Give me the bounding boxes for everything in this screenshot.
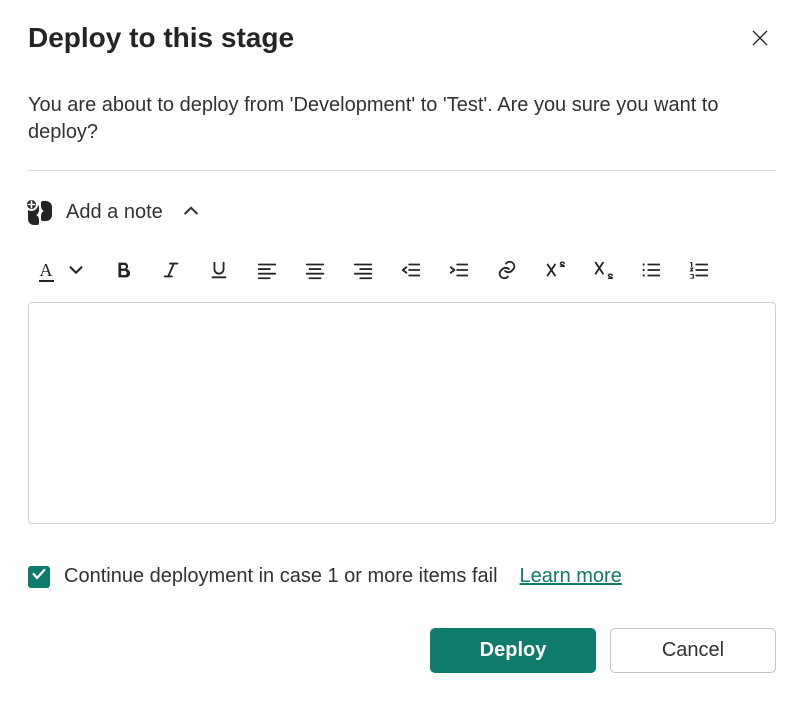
align-right-icon xyxy=(352,259,374,284)
align-right-button[interactable] xyxy=(348,254,378,288)
chevron-down-icon xyxy=(65,259,87,284)
italic-icon xyxy=(160,259,182,284)
link-icon xyxy=(496,259,518,284)
note-section-header[interactable]: Add a note xyxy=(28,171,776,248)
indent-icon xyxy=(448,259,470,284)
close-button[interactable] xyxy=(744,22,776,57)
underline-icon xyxy=(208,259,230,284)
note-textarea[interactable] xyxy=(28,302,776,524)
subscript-icon xyxy=(592,259,614,284)
deploy-button[interactable]: Deploy xyxy=(430,628,596,673)
close-icon xyxy=(750,36,770,51)
note-icon xyxy=(28,201,52,225)
subscript-button[interactable] xyxy=(588,254,618,288)
superscript-button[interactable] xyxy=(540,254,570,288)
learn-more-link[interactable]: Learn more xyxy=(520,565,622,588)
dialog-title: Deploy to this stage xyxy=(28,22,294,54)
numbered-list-icon xyxy=(688,259,710,284)
rich-text-toolbar: A xyxy=(28,248,776,302)
italic-button[interactable] xyxy=(156,254,186,288)
continue-on-fail-checkbox[interactable] xyxy=(28,566,50,588)
align-left-icon xyxy=(256,259,278,284)
outdent-icon xyxy=(400,259,422,284)
chevron-up-icon xyxy=(181,209,201,224)
link-button[interactable] xyxy=(492,254,522,288)
superscript-icon xyxy=(544,259,566,284)
bulleted-list-icon xyxy=(640,259,662,284)
font-color-button[interactable]: A xyxy=(32,254,60,288)
dialog-description: You are about to deploy from 'Developmen… xyxy=(28,92,776,146)
continue-on-fail-label: Continue deployment in case 1 or more it… xyxy=(64,565,498,588)
note-section-label: Add a note xyxy=(66,201,163,224)
bulleted-list-button[interactable] xyxy=(636,254,666,288)
align-center-button[interactable] xyxy=(300,254,330,288)
collapse-note-button[interactable] xyxy=(177,197,205,228)
checkmark-icon xyxy=(31,565,47,588)
bold-icon xyxy=(112,259,134,284)
outdent-button[interactable] xyxy=(396,254,426,288)
underline-button[interactable] xyxy=(204,254,234,288)
numbered-list-button[interactable] xyxy=(684,254,714,288)
font-color-icon: A xyxy=(39,261,54,282)
bold-button[interactable] xyxy=(108,254,138,288)
indent-button[interactable] xyxy=(444,254,474,288)
align-center-icon xyxy=(304,259,326,284)
font-color-dropdown[interactable] xyxy=(62,254,90,288)
cancel-button[interactable]: Cancel xyxy=(610,628,776,673)
align-left-button[interactable] xyxy=(252,254,282,288)
